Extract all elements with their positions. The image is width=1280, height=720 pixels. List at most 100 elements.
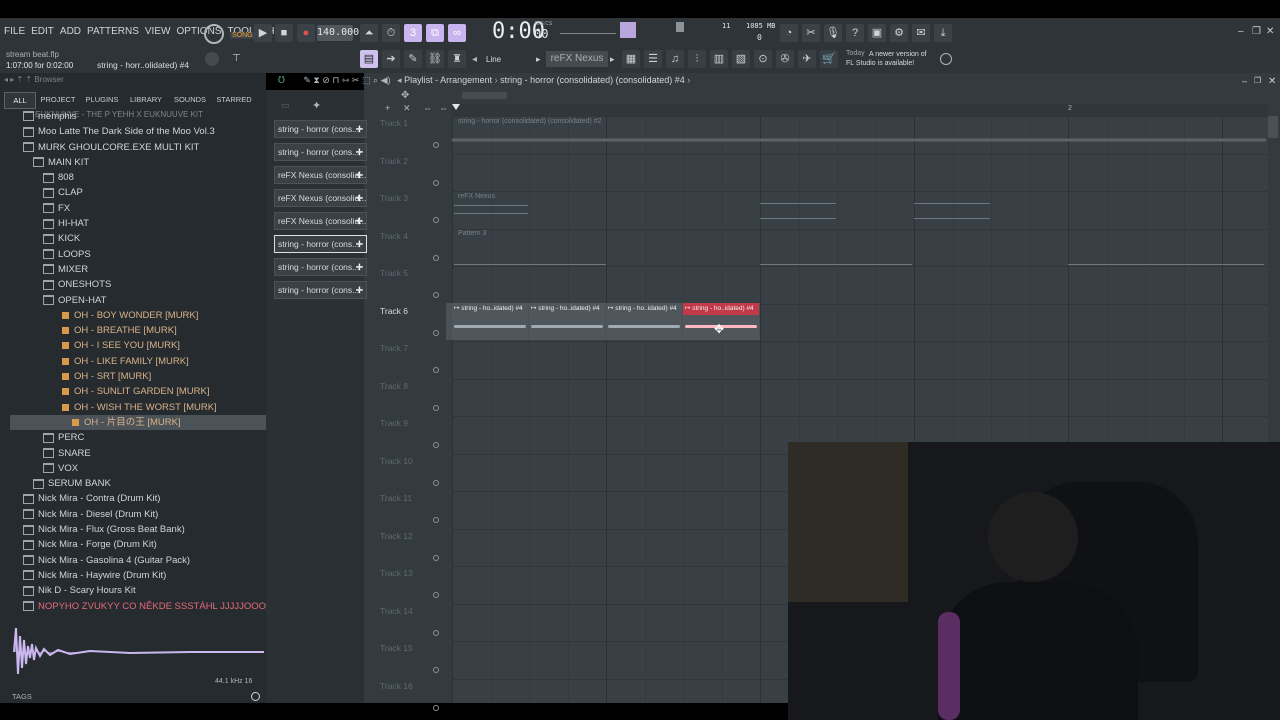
plugin-database-icon[interactable]: ▧: [732, 50, 750, 68]
news-text[interactable]: A newer version of FL Studio is availabl…: [846, 50, 936, 68]
track-mute-icon[interactable]: [433, 329, 439, 336]
select-tool-icon[interactable]: ⬚: [362, 75, 371, 85]
pattern-select-icon[interactable]: ✛: [356, 236, 363, 252]
track-mute-icon[interactable]: [433, 254, 439, 261]
clip-track4[interactable]: Pattern 3: [452, 230, 1264, 268]
pattern-clip-item[interactable]: reFX Nexus (consolid... ✛: [274, 166, 367, 184]
track-mute-icon[interactable]: [433, 442, 439, 448]
track-mute-icon[interactable]: [433, 704, 439, 711]
pattern-song-toggle[interactable]: SONG: [204, 24, 255, 44]
plugin-icon[interactable]: ⚙: [890, 24, 908, 42]
browser-file-item[interactable]: OH - LIKE FAMILY [MURK]: [10, 354, 266, 369]
metronome-icon[interactable]: ⏶: [360, 24, 378, 42]
window-restore-icon[interactable]: ❐: [1252, 26, 1261, 37]
track-header[interactable]: Track 10: [376, 454, 452, 492]
browser-file-item[interactable]: OH - SUNLIT GARDEN [MURK]: [10, 384, 266, 399]
browser-icon[interactable]: ▥: [710, 50, 728, 68]
master-volume-meter[interactable]: [620, 22, 636, 38]
blend-notes-icon[interactable]: 3: [404, 24, 422, 42]
download-icon[interactable]: ⤓: [934, 24, 952, 42]
track-header[interactable]: Track 7: [376, 341, 452, 379]
waveform-preview[interactable]: [10, 618, 264, 686]
menu-item-file[interactable]: FILE: [4, 26, 25, 37]
pattern-clip-item[interactable]: string - horror (cons... ✛: [274, 120, 367, 138]
playlist-icon[interactable]: ▤: [360, 50, 378, 68]
plugin-arrow-icon[interactable]: ▸: [536, 54, 541, 65]
browser-file-item[interactable]: OH - WISH THE WORST [MURK]: [10, 400, 266, 415]
pattern-select-icon[interactable]: ✛: [356, 144, 363, 160]
browser-tab-project[interactable]: PROJECT: [36, 92, 80, 109]
track-header[interactable]: Track 2: [376, 154, 452, 192]
track-header[interactable]: Track 12: [376, 529, 452, 567]
track-header[interactable]: Track 11: [376, 491, 452, 529]
remove-track-icon[interactable]: ✕: [403, 103, 411, 114]
pattern-select-icon[interactable]: ✛: [356, 121, 363, 137]
menu-item-view[interactable]: VIEW: [145, 26, 171, 37]
help-icon[interactable]: ?: [846, 24, 864, 42]
draw-tool-icon[interactable]: ✎: [303, 75, 311, 85]
track6-clip[interactable]: ↦ string - ho..idated) #4: [452, 303, 528, 340]
menu-item-add[interactable]: ADD: [60, 26, 81, 37]
browser-folder-item[interactable]: OPEN-HAT: [10, 293, 266, 308]
mixer-icon[interactable]: ▦: [622, 50, 640, 68]
snap-selector[interactable]: Line: [486, 55, 501, 64]
collapse-icon[interactable]: ⇔: [423, 103, 432, 113]
browser-folder-item[interactable]: MIXER: [10, 262, 266, 277]
expand-icon[interactable]: ⇔: [439, 103, 448, 113]
stop-icon[interactable]: ■: [275, 24, 293, 42]
track-mute-icon[interactable]: [433, 554, 439, 561]
pattern-select-icon[interactable]: ✛: [356, 213, 363, 229]
track-header[interactable]: Track 3: [376, 191, 452, 229]
pattern-select-icon[interactable]: ✛: [356, 167, 363, 183]
track-header[interactable]: Track 13: [376, 566, 452, 604]
tools-icon[interactable]: ✇: [776, 50, 794, 68]
magnet-icon[interactable]: ᘮ: [278, 75, 285, 85]
plugin-selector[interactable]: reFX Nexus: [546, 51, 608, 67]
track-mute-icon[interactable]: [433, 629, 439, 636]
browser-folder-item[interactable]: ONESHOTS: [10, 277, 266, 292]
browser-file-item[interactable]: OH - SRT [MURK]: [10, 369, 266, 384]
clip-track3[interactable]: reFX Nexus: [452, 193, 530, 223]
track-header[interactable]: Track 8: [376, 379, 452, 417]
pattern-list-icon[interactable]: ▭: [281, 100, 290, 111]
browser-folder-item[interactable]: CLAP: [10, 185, 266, 200]
playhead-marker[interactable]: [452, 104, 460, 110]
track-header[interactable]: Track 6: [376, 304, 452, 342]
browser-folder-item[interactable]: memphis: [10, 109, 266, 124]
browser-folder-item[interactable]: SNARE: [10, 446, 266, 461]
browser-file-item[interactable]: OH - I SEE YOU [MURK]: [10, 338, 266, 353]
pattern-clip-item[interactable]: string - horror (cons... ✛: [274, 258, 367, 276]
browser-folder-item[interactable]: Nick Mira - Diesel (Drum Kit): [10, 507, 266, 522]
track-header[interactable]: Track 1: [376, 116, 452, 154]
track-mute-icon[interactable]: [433, 217, 439, 223]
track-header[interactable]: Track 5: [376, 266, 452, 304]
browser-tab-starred[interactable]: STARRED: [212, 92, 256, 109]
track-mute-icon[interactable]: [433, 292, 439, 298]
pitch-slider[interactable]: [676, 22, 684, 32]
browser-folder-item[interactable]: Nick Mira - Contra (Drum Kit): [10, 491, 266, 506]
browser-folder-item[interactable]: MURK GHOULCORE.EXE MULTI KIT: [10, 140, 266, 155]
track-header[interactable]: Track 16: [376, 679, 452, 717]
browser-file-item[interactable]: OH - 片目の王 [MURK]: [10, 414, 266, 431]
play-icon[interactable]: ▶: [254, 24, 272, 42]
delete-tool-icon[interactable]: ⊘: [322, 75, 330, 85]
track-mute-icon[interactable]: [433, 179, 439, 186]
playlist-arrow-icon[interactable]: ◂: [397, 75, 402, 85]
window-minimize-icon[interactable]: –: [1238, 26, 1244, 37]
zoom-tool-icon[interactable]: ⌕: [373, 75, 378, 85]
playlist-close-icon[interactable]: ✕: [1268, 76, 1276, 87]
vertical-scrollbar[interactable]: [1268, 116, 1278, 138]
mic-icon[interactable]: 🎙: [824, 24, 842, 42]
browser-folder-item[interactable]: MAIN KIT: [10, 155, 266, 170]
browser-tab-library[interactable]: LIBRARY: [124, 92, 168, 109]
menu-item-patterns[interactable]: PATTERNS: [87, 26, 139, 37]
browser-folder-item[interactable]: Nick Mira - Flux (Gross Beat Bank): [10, 522, 266, 537]
loop-record-icon[interactable]: ∞: [448, 24, 466, 42]
browser-tab-all[interactable]: ALL: [4, 92, 36, 109]
step-edit-icon[interactable]: ⧉: [426, 24, 444, 42]
browser-folder-item[interactable]: PERC: [10, 430, 266, 445]
pattern-clip-item[interactable]: reFX Nexus (consolid... ✛: [274, 212, 367, 230]
browser-folder-item[interactable]: 808: [10, 170, 266, 185]
pattern-clip-item[interactable]: reFX Nexus (consolid... ✛: [274, 189, 367, 207]
piano-roll-icon[interactable]: ♫: [666, 50, 684, 68]
